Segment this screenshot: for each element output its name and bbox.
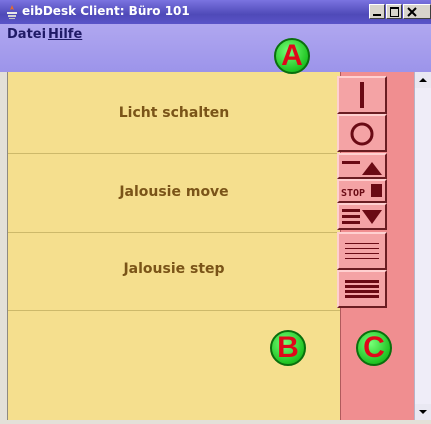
jalousie-stop-button[interactable]: STOP <box>337 179 387 203</box>
app-icon <box>7 5 17 19</box>
badge-letter: C <box>363 331 385 364</box>
jalousie-step-open-button[interactable] <box>337 232 387 270</box>
callout-badge-a: A <box>274 38 310 74</box>
jalousie-step-open-icon <box>345 243 379 259</box>
row-label: Licht schalten <box>118 105 230 121</box>
jalousie-down-button[interactable] <box>337 203 387 230</box>
row-label: Jalousie move <box>119 184 229 200</box>
light-on-button[interactable] <box>337 76 387 114</box>
badge-letter: A <box>281 39 303 72</box>
jalousie-up-button[interactable] <box>337 153 387 179</box>
callout-badge-b: B <box>270 330 306 366</box>
maximize-icon <box>390 7 399 17</box>
device-list: Licht schalten Jalousie move Jalousie st… <box>8 72 340 420</box>
light-off-button[interactable] <box>337 114 387 152</box>
jalousie-step-close-button[interactable] <box>337 270 387 308</box>
row-licht-schalten: Licht schalten <box>8 72 340 154</box>
arrow-up-icon <box>419 78 427 82</box>
row-label: Jalousie step <box>123 261 225 277</box>
off-icon <box>350 122 374 146</box>
minimize-icon <box>373 14 381 16</box>
scroll-up-button[interactable] <box>415 72 431 88</box>
menu-bar: Datei Hilfe <box>0 24 431 72</box>
menu-hilfe[interactable]: Hilfe <box>48 27 82 42</box>
arrow-down-icon <box>419 410 427 414</box>
scroll-down-button[interactable] <box>415 404 431 420</box>
close-icon <box>407 7 417 17</box>
on-icon <box>360 82 364 108</box>
jalousie-down-icon <box>342 209 382 224</box>
row-jalousie-move: Jalousie move <box>8 154 340 233</box>
window-border-bottom <box>0 420 431 424</box>
window-title: eibDesk Client: Büro 101 <box>22 4 190 18</box>
jalousie-stop-icon: STOP <box>341 184 382 199</box>
minimize-button[interactable] <box>369 4 385 19</box>
title-bar: eibDesk Client: Büro 101 <box>0 0 431 24</box>
callout-badge-c: C <box>356 330 392 366</box>
jalousie-step-close-icon <box>345 280 379 298</box>
maximize-button[interactable] <box>386 4 402 19</box>
badge-letter: B <box>277 331 299 364</box>
row-jalousie-step: Jalousie step <box>8 233 340 311</box>
vertical-scrollbar[interactable] <box>414 72 431 420</box>
stop-label: STOP <box>341 188 365 199</box>
close-button[interactable] <box>403 4 431 19</box>
window-border-left <box>0 72 8 424</box>
jalousie-up-icon <box>342 161 382 175</box>
menu-datei[interactable]: Datei <box>7 27 46 42</box>
